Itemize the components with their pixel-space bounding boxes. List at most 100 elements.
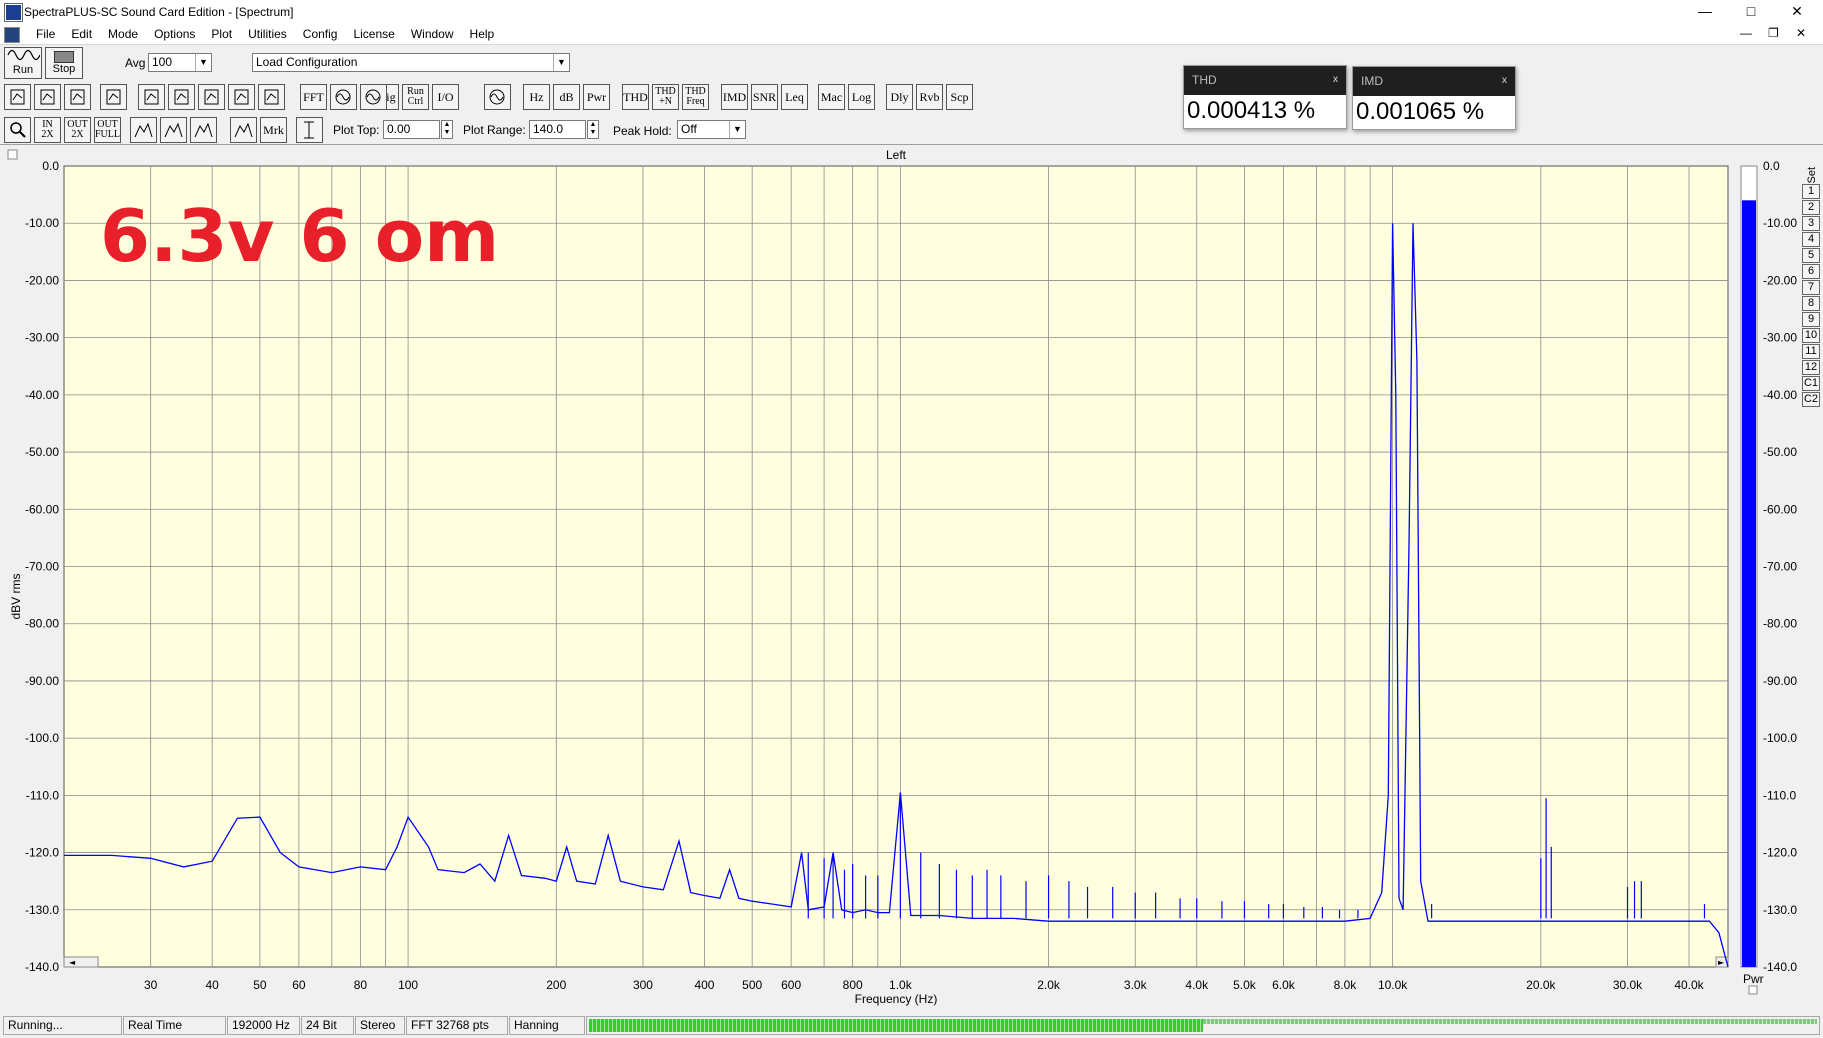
set-button-c1[interactable]: C1 <box>1802 376 1820 391</box>
peak-hold-select[interactable]: Off ▼ <box>677 120 746 139</box>
waveform-icon <box>174 89 189 105</box>
x-tick-label: 5.0k <box>1233 978 1257 992</box>
close-icon[interactable]: x <box>1502 67 1507 95</box>
autoscale-button[interactable] <box>296 117 323 143</box>
sine-generator-button[interactable] <box>484 84 511 110</box>
doc-close-button[interactable]: ✕ <box>1796 26 1806 40</box>
avg-label: Avg <box>125 56 146 70</box>
menu-config[interactable]: Config <box>295 26 346 42</box>
open-folder-button[interactable] <box>34 84 61 110</box>
close-button[interactable]: ✕ <box>1774 0 1820 24</box>
tool-hz-button[interactable]: Hz <box>523 84 550 110</box>
waterfall-button[interactable] <box>258 84 285 110</box>
zoom-out-full-button[interactable]: OUT FULL <box>94 117 121 143</box>
maximize-button[interactable]: □ <box>1728 0 1774 24</box>
close-icon[interactable]: x <box>1333 66 1338 94</box>
waterfall-icon <box>264 89 279 105</box>
set-button-4[interactable]: 4 <box>1802 232 1820 247</box>
zoom-button[interactable] <box>4 117 31 143</box>
plot-range-spinner[interactable]: ▲ ▼ <box>587 120 599 139</box>
tool-snr-button[interactable]: SNR <box>751 84 778 110</box>
run-button[interactable]: Run <box>4 47 42 79</box>
x-tick-label: 30 <box>144 978 158 992</box>
set-button-3[interactable]: 3 <box>1802 216 1820 231</box>
set-button-6[interactable]: 6 <box>1802 264 1820 279</box>
avg-select[interactable]: 100 ▼ <box>148 53 212 72</box>
cursor-button[interactable] <box>330 84 357 110</box>
menu-file[interactable]: File <box>28 26 63 42</box>
tool-thd-freq-button[interactable]: THD Freq <box>682 84 709 110</box>
list-button[interactable] <box>230 117 257 143</box>
menu-plot[interactable]: Plot <box>203 26 240 42</box>
set-button-10[interactable]: 10 <box>1802 328 1820 343</box>
set-button-9[interactable]: 9 <box>1802 312 1820 327</box>
level-collapse-icon <box>1748 985 1758 995</box>
tool-scp-button[interactable]: Scp <box>946 84 973 110</box>
chevron-down-icon[interactable]: ▼ <box>729 121 745 138</box>
new-file-button[interactable] <box>4 84 31 110</box>
imd-meter-window[interactable]: IMD x 0.001065 % <box>1352 66 1516 130</box>
stop-button[interactable]: Stop <box>45 47 83 79</box>
doc-restore-button[interactable]: ❐ <box>1768 26 1779 40</box>
configuration-select[interactable]: Load Configuration ▼ <box>252 53 570 72</box>
chevron-down-icon[interactable]: ▼ <box>553 54 569 71</box>
tool-thd-n-button[interactable]: THD +N <box>652 84 679 110</box>
print-button[interactable] <box>100 84 127 110</box>
minimize-button[interactable]: — <box>1682 0 1728 24</box>
set-button-5[interactable]: 5 <box>1802 248 1820 263</box>
menu-help[interactable]: Help <box>462 26 503 42</box>
menu-utilities[interactable]: Utilities <box>240 26 295 42</box>
tool-pwr-button[interactable]: Pwr <box>583 84 610 110</box>
zoom-out-2x-button[interactable]: OUT 2X <box>64 117 91 143</box>
tool-rvb-button[interactable]: Rvb <box>916 84 943 110</box>
menu-license[interactable]: License <box>345 26 402 42</box>
document-icon[interactable] <box>4 27 20 43</box>
tool-mac-button[interactable]: Mac <box>818 84 845 110</box>
zoom-in-2x-button[interactable]: IN 2X <box>34 117 61 143</box>
imd-meter-header[interactable]: IMD x <box>1353 67 1515 96</box>
list-icon <box>234 122 253 138</box>
set-button-11[interactable]: 11 <box>1802 344 1820 359</box>
save-button[interactable] <box>64 84 91 110</box>
menu-mode[interactable]: Mode <box>100 26 146 42</box>
set-button-7[interactable]: 7 <box>1802 280 1820 295</box>
fast-forward-button[interactable] <box>138 84 165 110</box>
thd-meter-window[interactable]: THD x 0.000413 % <box>1183 65 1347 129</box>
plot-top-spinner[interactable]: ▲ ▼ <box>441 120 453 139</box>
spectrogram-button[interactable] <box>228 84 255 110</box>
impulse-button[interactable] <box>198 84 225 110</box>
spectrum-shape-button[interactable] <box>160 117 187 143</box>
menu-options[interactable]: Options <box>146 26 203 42</box>
tool-thd-button[interactable]: THD <box>622 84 649 110</box>
peak-marker-button[interactable] <box>130 117 157 143</box>
set-button-12[interactable]: 12 <box>1802 360 1820 375</box>
marker-button[interactable]: Mrk <box>260 117 287 143</box>
thd-meter-header[interactable]: THD x <box>1184 66 1346 95</box>
tool-db-button[interactable]: dB <box>553 84 580 110</box>
spectrum-chart[interactable]: Left 0.0 -10.00 -20.00 -30.00 -40.00 -50.00 -60… <box>0 145 1823 1015</box>
set-button-2[interactable]: 2 <box>1802 200 1820 215</box>
tool-imd-button[interactable]: IMD <box>721 84 748 110</box>
tool-dly-button[interactable]: Dly <box>886 84 913 110</box>
set-button-1[interactable]: 1 <box>1802 184 1820 199</box>
waveform-button[interactable] <box>168 84 195 110</box>
menu-edit[interactable]: Edit <box>63 26 100 42</box>
tool-fft-button[interactable]: FFT <box>300 84 327 110</box>
menu-window[interactable]: Window <box>403 26 462 42</box>
tool-leq-button[interactable]: Leq <box>781 84 808 110</box>
window-title: SpectraPLUS-SC Sound Card Edition - [Spe… <box>24 5 294 19</box>
sine-generator-icon <box>489 89 505 105</box>
plot-range-input[interactable]: 140.0 <box>529 120 586 139</box>
set-button-8[interactable]: 8 <box>1802 296 1820 311</box>
doc-minimize-button[interactable]: — <box>1740 26 1752 40</box>
scope-button[interactable] <box>360 84 387 110</box>
tool-i-o-button[interactable]: I/O <box>432 84 459 110</box>
plot-top-input[interactable]: 0.00 <box>383 120 440 139</box>
bar-graph-button[interactable] <box>190 117 217 143</box>
tool-log-button[interactable]: Log <box>848 84 875 110</box>
set-button-c2[interactable]: C2 <box>1802 392 1820 407</box>
x-tick-label: 400 <box>694 978 714 992</box>
plot-range-label: Plot Range: <box>463 123 526 137</box>
chevron-down-icon[interactable]: ▼ <box>195 54 211 71</box>
tool-run-ctrl-button[interactable]: Run Ctrl <box>402 84 429 110</box>
